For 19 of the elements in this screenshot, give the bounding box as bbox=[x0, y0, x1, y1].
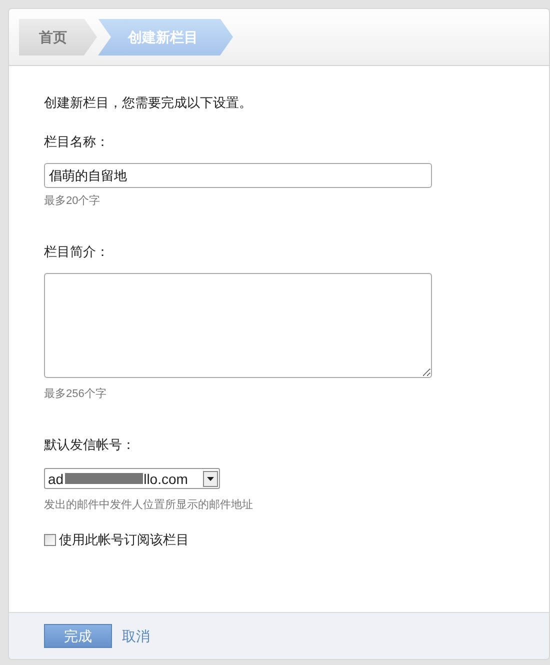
select-value: llo.com bbox=[144, 470, 188, 488]
checkbox-label: 使用此帐号订阅该栏目 bbox=[59, 531, 189, 549]
field-label: 默认发信帐号： bbox=[44, 436, 136, 454]
checkbox[interactable] bbox=[44, 534, 56, 546]
hint-text: 发出的邮件中发件人位置所显示的邮件地址 bbox=[44, 498, 254, 513]
submit-button[interactable]: 完成 bbox=[44, 624, 112, 648]
intro-text: 创建新栏目，您需要完成以下设置。 bbox=[44, 94, 253, 112]
breadcrumb-item[interactable]: 首页 bbox=[19, 18, 97, 56]
cancel-link[interactable]: 取消 bbox=[122, 626, 150, 646]
account-select[interactable]: ad llo.com bbox=[44, 468, 220, 489]
caret-icon bbox=[207, 476, 214, 480]
textarea-field[interactable] bbox=[44, 273, 432, 378]
hint-text: 最多20个字 bbox=[44, 194, 102, 209]
dropdown-button[interactable] bbox=[203, 470, 218, 486]
select-value: ad bbox=[48, 470, 64, 488]
hint-text: 最多256个字 bbox=[44, 387, 108, 402]
field-label: 栏目名称： bbox=[44, 133, 110, 151]
field-label: 栏目简介： bbox=[44, 243, 110, 261]
input-field[interactable]: 倡萌的自留地 bbox=[44, 163, 432, 188]
